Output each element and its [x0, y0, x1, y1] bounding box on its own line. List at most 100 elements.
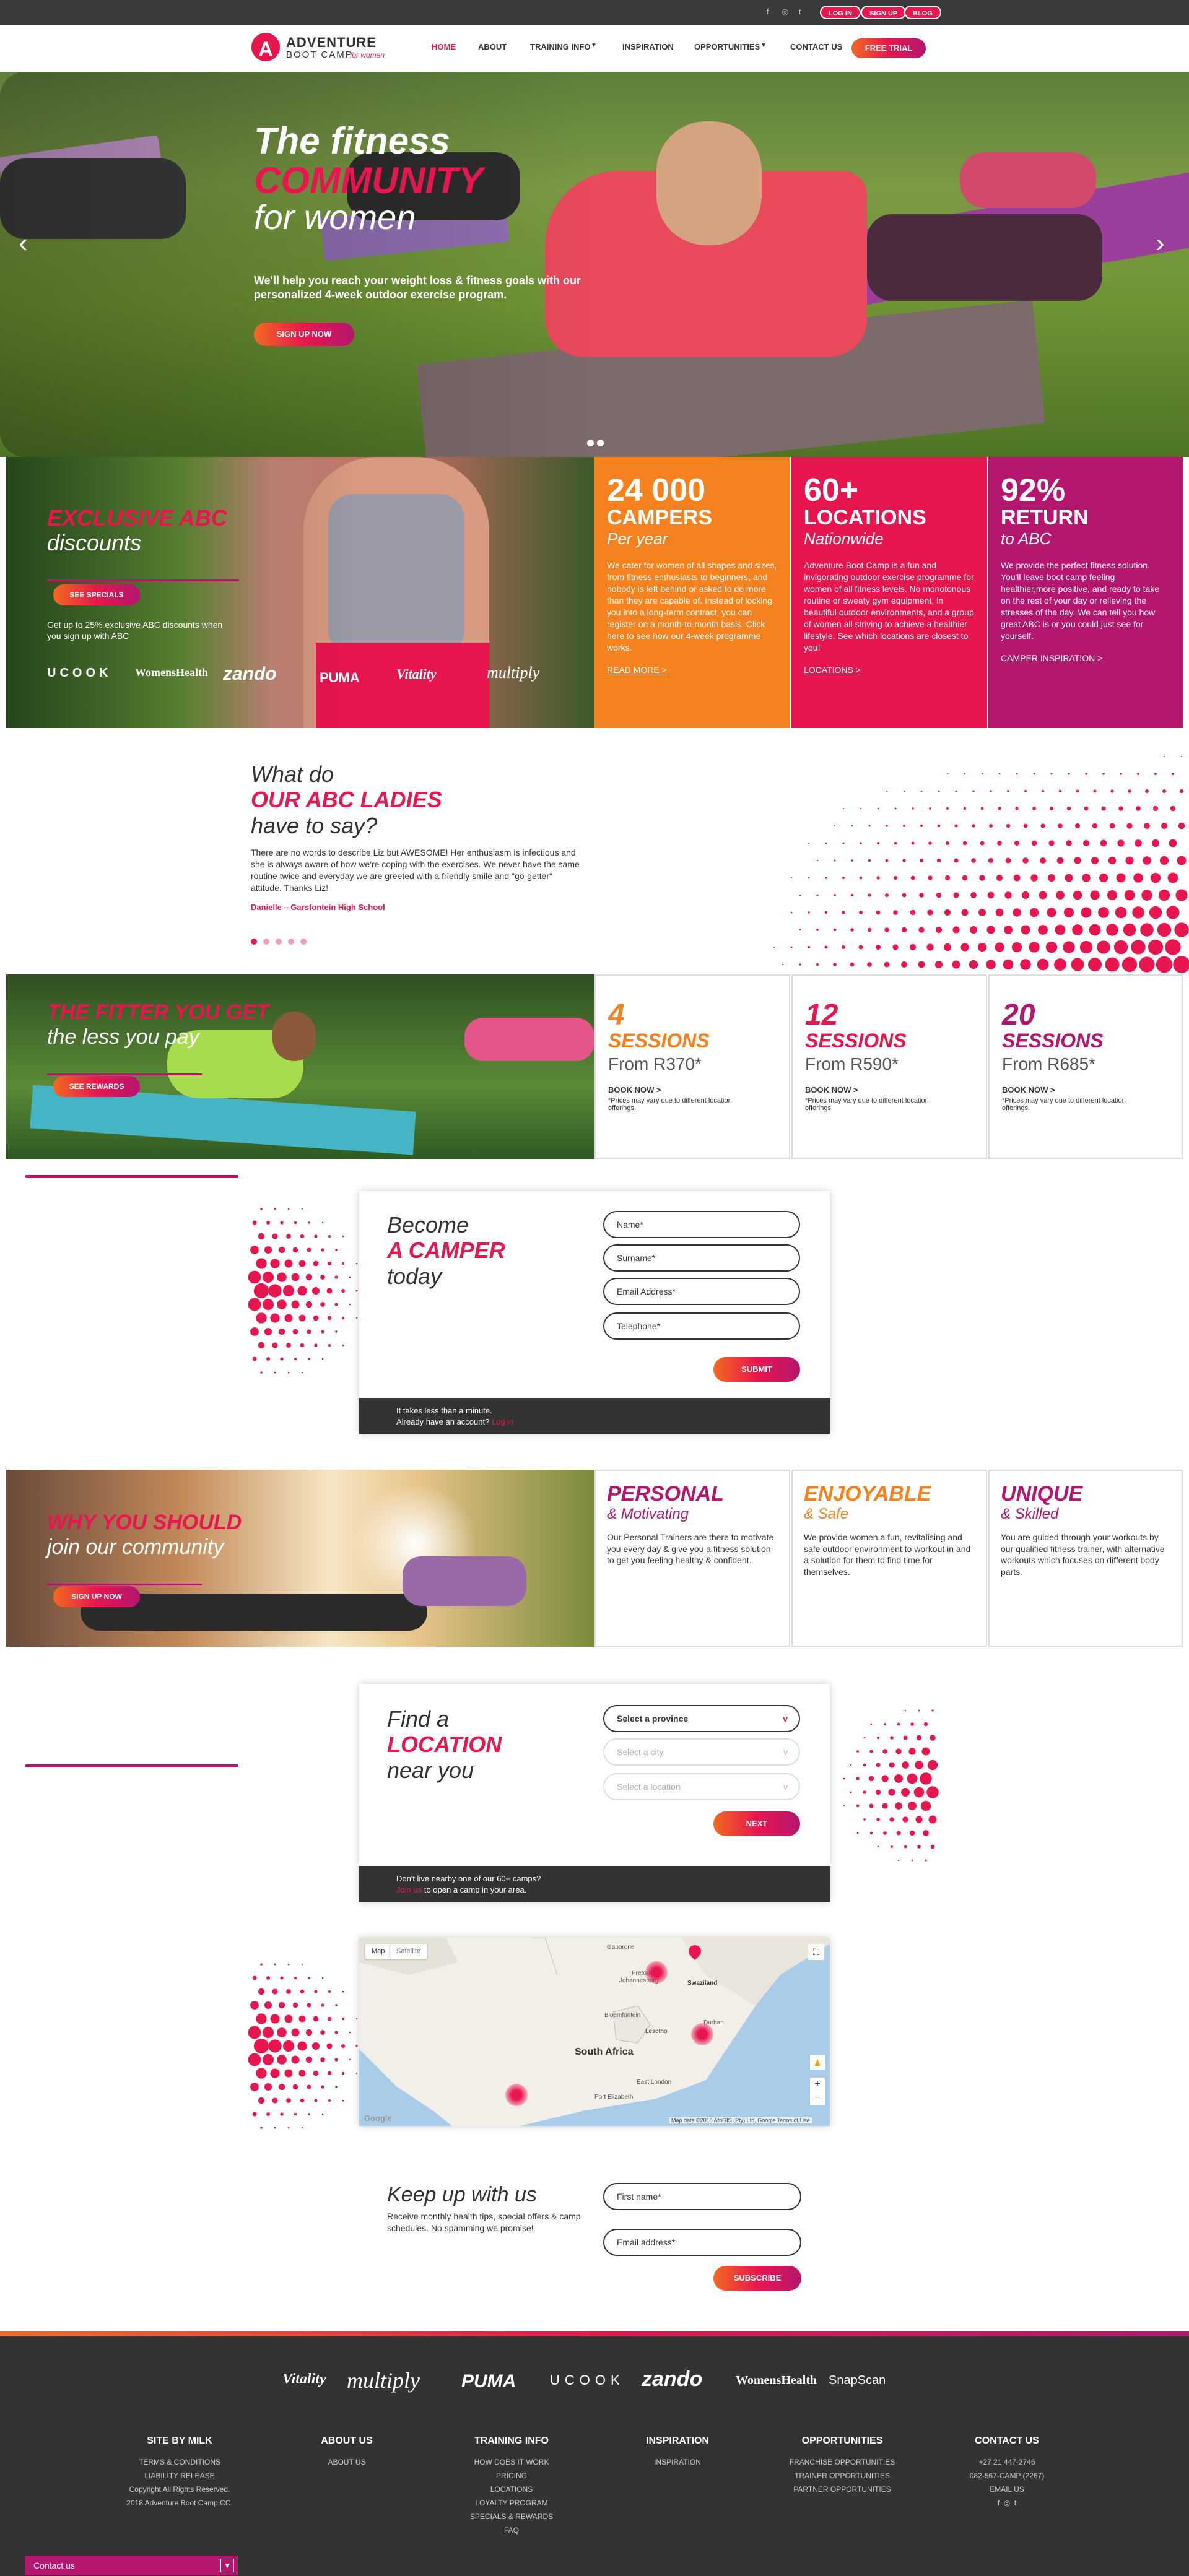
- slider-dot[interactable]: [276, 938, 282, 945]
- slider-dot[interactable]: [300, 938, 307, 945]
- halftone-dot: [250, 1246, 259, 1254]
- pegman-icon[interactable]: ♟: [810, 2055, 825, 2070]
- submit-button[interactable]: SUBMIT: [713, 1357, 800, 1382]
- halftone-dot: [1037, 958, 1049, 971]
- nav-inspiration[interactable]: INSPIRATION: [622, 42, 674, 51]
- footer-email-link[interactable]: EMAIL US: [945, 2483, 1069, 2496]
- footer-link[interactable]: FAQ: [450, 2523, 573, 2537]
- halftone-dot: [287, 2127, 290, 2129]
- slider-dot[interactable]: [251, 938, 257, 945]
- footer-link[interactable]: LOYALTY PROGRAM: [450, 2496, 573, 2510]
- footer-link[interactable]: PARTNER OPPORTUNITIES: [780, 2483, 904, 2496]
- nav-opportunities[interactable]: OPPORTUNITIES: [694, 42, 760, 51]
- see-rewards-button[interactable]: SEE REWARDS: [53, 1076, 140, 1097]
- footer-link[interactable]: INSPIRATION: [616, 2455, 739, 2469]
- footer-phone[interactable]: +27 21 447-2746: [945, 2455, 1069, 2469]
- slider-dot[interactable]: [288, 938, 294, 945]
- carousel-next-icon[interactable]: ›: [1156, 228, 1165, 259]
- carousel-dot[interactable]: [587, 440, 594, 446]
- book-now-link[interactable]: BOOK NOW >: [805, 1085, 973, 1095]
- halftone-dot: [860, 807, 862, 810]
- halftone-dot: [334, 2031, 338, 2034]
- logo-icon[interactable]: A: [250, 31, 282, 63]
- location-select[interactable]: Select a location v: [603, 1773, 800, 1800]
- chevron-down-icon: v: [783, 1747, 788, 1757]
- halftone-dot: [1013, 874, 1021, 882]
- footer-link[interactable]: TRAINER OPPORTUNITIES: [780, 2469, 904, 2483]
- free-trial-button[interactable]: FREE TRIAL: [851, 38, 926, 58]
- footer-link[interactable]: LIABILITY RELEASE: [118, 2469, 242, 2483]
- subscribe-button[interactable]: SUBSCRIBE: [713, 2266, 801, 2291]
- halftone-dot: [1171, 772, 1175, 776]
- halftone-dot: [889, 1762, 895, 1768]
- nav-about[interactable]: ABOUT: [478, 42, 507, 51]
- halftone-dot: [893, 910, 898, 915]
- twitter-icon[interactable]: t: [1014, 2499, 1016, 2507]
- footer-phone[interactable]: 082-567-CAMP (2267): [945, 2469, 1069, 2483]
- halftone-dot: [920, 859, 923, 862]
- carousel-dot[interactable]: [597, 440, 604, 446]
- map-cluster[interactable]: [691, 2023, 713, 2045]
- contact-us-bar[interactable]: Contact us ▼: [25, 2556, 238, 2575]
- instagram-icon[interactable]: ◎: [1004, 2499, 1010, 2507]
- zoom-controls[interactable]: + −: [810, 2078, 825, 2105]
- halftone-dot: [986, 926, 995, 934]
- map-widget[interactable]: Map Satellite ⛶ South Africa Gaborone Pr…: [359, 1938, 830, 2126]
- province-select[interactable]: Select a province v: [603, 1705, 800, 1732]
- stat-number: 92%: [1001, 472, 1066, 508]
- hero-signup-button[interactable]: SIGN UP NOW: [254, 323, 354, 346]
- city-select[interactable]: Select a city v: [603, 1738, 800, 1766]
- why-signup-button[interactable]: SIGN UP NOW: [53, 1586, 140, 1607]
- halftone-dot: [1004, 891, 1012, 899]
- camper-inspiration-link[interactable]: CAMPER INSPIRATION >: [1001, 653, 1170, 663]
- nav-home[interactable]: HOME: [432, 42, 456, 51]
- map-tab[interactable]: Map: [365, 1944, 391, 1959]
- read-more-link[interactable]: READ MORE >: [607, 665, 778, 675]
- join-us-link[interactable]: Join us: [396, 1885, 422, 1894]
- footer-link[interactable]: PRICING: [450, 2469, 573, 2483]
- facebook-icon[interactable]: f: [998, 2499, 1000, 2507]
- halftone-dot: [1154, 772, 1157, 776]
- book-now-link[interactable]: BOOK NOW >: [608, 1085, 777, 1095]
- halftone-dot: [1056, 857, 1064, 864]
- carousel-prev-icon[interactable]: ‹: [19, 228, 28, 259]
- fullscreen-icon[interactable]: ⛶: [808, 1944, 824, 1960]
- footer-link[interactable]: ABOUT US: [285, 2455, 409, 2469]
- signup-button[interactable]: SIGN UP: [861, 6, 907, 19]
- halftone-dot: [997, 841, 1002, 846]
- satellite-tab[interactable]: Satellite: [390, 1944, 427, 1959]
- nav-contact[interactable]: CONTACT US: [790, 42, 842, 51]
- first-name-field[interactable]: First name*: [603, 2183, 801, 2210]
- next-button[interactable]: NEXT: [713, 1811, 800, 1836]
- session-price: From R685*: [1002, 1054, 1095, 1074]
- locations-link[interactable]: LOCATIONS >: [804, 665, 975, 675]
- footer-link[interactable]: LOCATIONS: [450, 2483, 573, 2496]
- blog-button[interactable]: BLOG: [904, 6, 941, 19]
- halftone-dot: [1141, 890, 1152, 901]
- instagram-icon[interactable]: ◎: [782, 7, 788, 17]
- name-field[interactable]: Name*: [603, 1211, 800, 1238]
- footer-link[interactable]: FRANCHISE OPPORTUNITIES: [780, 2455, 904, 2469]
- footer-link[interactable]: HOW DOES IT WORK: [450, 2455, 573, 2469]
- login-button[interactable]: LOG IN: [820, 6, 861, 19]
- map-cluster[interactable]: [645, 1961, 668, 1984]
- telephone-field[interactable]: Telephone*: [603, 1312, 800, 1340]
- map-cluster[interactable]: [505, 2084, 528, 2106]
- see-specials-button[interactable]: SEE SPECIALS: [53, 584, 140, 605]
- login-link[interactable]: Log in: [492, 1417, 513, 1426]
- halftone-dot: [930, 1844, 935, 1849]
- email-field[interactable]: Email Address*: [603, 1278, 800, 1305]
- nav-training-info[interactable]: TRAINING INFO: [530, 42, 591, 51]
- facebook-icon[interactable]: f: [767, 7, 769, 16]
- surname-field[interactable]: Surname*: [603, 1244, 800, 1272]
- halftone-dot: [278, 2001, 285, 2009]
- slider-dot[interactable]: [263, 938, 269, 945]
- twitter-icon[interactable]: t: [799, 7, 801, 16]
- vitality-logo: Vitality: [396, 666, 437, 682]
- footer-link[interactable]: TERMS & CONDITIONS: [118, 2455, 242, 2469]
- footer-link[interactable]: SPECIALS & REWARDS: [450, 2510, 573, 2523]
- halftone-dot: [962, 841, 967, 846]
- newsletter-email-field[interactable]: Email address*: [603, 2229, 801, 2256]
- halftone-dot: [1166, 906, 1180, 919]
- book-now-link[interactable]: BOOK NOW >: [1002, 1085, 1169, 1095]
